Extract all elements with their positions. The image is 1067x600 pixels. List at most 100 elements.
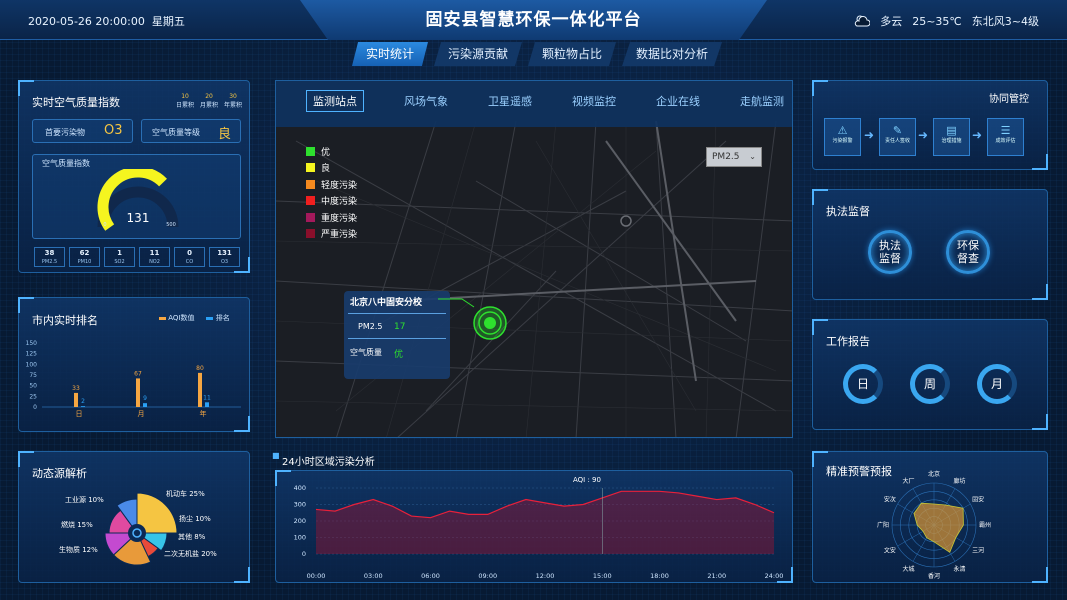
period-month-label: 月累积 xyxy=(200,102,219,109)
period-month[interactable]: 20 月累积 xyxy=(200,93,218,109)
alarm-icon: ⚠ xyxy=(837,124,848,137)
rank-bar xyxy=(136,378,140,407)
ranking-legend: AQI数值 排名 xyxy=(159,313,230,323)
source-panel: 动态源解析 工业源 10% 燃烧 15% 生物质 12% 机动车 25% 扬尘 … xyxy=(18,451,250,583)
map-tab-satellite[interactable]: 卫星遥感 xyxy=(488,93,532,112)
map-panel[interactable]: 监测站点 风场气象 卫星遥感 视频监控 企业在线 走航监测 PM2.5 ⌄ 优 … xyxy=(275,80,793,438)
flow-step-evaluate[interactable]: ☰ 成效评估 xyxy=(987,118,1024,156)
ranking-panel-title: 市内实时排名 xyxy=(32,314,98,327)
popup-pm-value: 17 xyxy=(394,322,406,332)
gauge-min: 0 xyxy=(103,222,106,228)
pollutant-o3-name: O3 xyxy=(220,259,229,265)
rank-category-label: 日 xyxy=(76,410,83,418)
aqi-level-value: 良 xyxy=(218,127,232,142)
period-year[interactable]: 30 年累积 xyxy=(224,93,242,109)
radar-label: 大城 xyxy=(902,565,914,573)
rank-bar xyxy=(143,403,147,407)
temperature: 25~35℃ xyxy=(912,14,962,28)
radar-label: 三河 xyxy=(972,547,984,555)
legend-good: 良 xyxy=(306,160,357,177)
pollutant-pm25-name: PM2.5 xyxy=(41,259,58,265)
inspection-button[interactable]: 环保督查 xyxy=(946,230,990,274)
rank-bar xyxy=(74,392,78,407)
aqi-level-box: 空气质量等级 良 xyxy=(141,119,241,143)
arrow-right-icon: ➜ xyxy=(972,128,983,142)
pollutant-no2: 11 NO2 xyxy=(139,247,170,267)
pollutant-pm10-name: PM10 xyxy=(77,259,92,265)
aqi-panel: 实时空气质量指数 10 日累积 20 月累积 30 年累积 首要污染物 O3 空气质量… xyxy=(18,80,250,273)
warning-panel: 精准预警预报 北京 廊坊 固安 霸州 三河 永清 香河 大城 文安 广阳 安次 大厂 xyxy=(812,451,1048,583)
radar-label: 北京 xyxy=(928,470,940,478)
trend-xtick: 09:00 xyxy=(478,572,497,580)
weather-info: 多云 25~35℃ 东北风3~4级 xyxy=(854,13,1039,29)
flow-step-alarm[interactable]: ⚠ 污染报警 xyxy=(824,118,861,156)
rank-bar-label: 9 xyxy=(143,395,147,402)
legend-light-swatch xyxy=(306,179,315,189)
legend-light-label: 轻度污染 xyxy=(321,180,358,191)
pollutant-co-value: 0 xyxy=(187,249,192,257)
report-icon: ☰ xyxy=(1000,124,1011,137)
radar-label: 香河 xyxy=(928,572,940,580)
pollutant-pm10-value: 62 xyxy=(79,249,90,257)
legend-moderate-label: 中度污染 xyxy=(321,197,358,208)
tab-pollution-source[interactable]: 污染源贡献 xyxy=(434,42,523,66)
rank-ytick: 150 xyxy=(26,340,38,347)
flow-step-sign[interactable]: ✎ 责任人签收 xyxy=(879,118,916,156)
tab-particulate[interactable]: 颗粒物占比 xyxy=(528,42,617,66)
period-stats: 10 日累积 20 月累积 30 年累积 xyxy=(176,93,242,109)
rank-bar-label: 80 xyxy=(196,365,204,372)
trend-xtick: 06:00 xyxy=(421,572,440,580)
radar-label: 文安 xyxy=(884,547,896,555)
radar-label: 廊坊 xyxy=(953,477,965,485)
report-title: 工作报告 xyxy=(826,335,870,348)
wind: 东北风3~4级 xyxy=(971,15,1039,28)
radar-label: 永清 xyxy=(953,565,965,573)
map-tab-video[interactable]: 视频监控 xyxy=(572,93,616,112)
map-tab-mobile[interactable]: 走航监测 xyxy=(740,93,784,112)
period-day[interactable]: 10 日累积 xyxy=(176,93,194,109)
map-tab-enterprise[interactable]: 企业在线 xyxy=(656,93,700,112)
weekly-report-button[interactable]: 周 xyxy=(910,364,950,404)
sign-icon: ✎ xyxy=(892,124,903,137)
pollutant-select[interactable]: PM2.5 ⌄ xyxy=(706,147,762,167)
ranking-chart: 0 25 50 75 100 125 150 332 日 67 9 月 80 11 年 xyxy=(26,340,241,418)
legend-aqi[interactable]: AQI数值 xyxy=(159,313,194,323)
flow-step-measures[interactable]: ▤ 治理措施 xyxy=(933,118,970,156)
pie-label-industry: 工业源 10% xyxy=(65,496,104,504)
rank-category-label: 月 xyxy=(138,410,145,418)
popup-aq-value: 优 xyxy=(394,350,404,360)
popup-divider-2 xyxy=(348,338,446,339)
flow-step-alarm-label: 污染报警 xyxy=(832,138,853,144)
source-pie-chart xyxy=(104,492,178,566)
pollutant-pm10: 62 PM10 xyxy=(69,247,100,267)
legend-moderate: 中度污染 xyxy=(306,193,357,210)
legend-good-swatch xyxy=(306,163,315,173)
pie-label-secondary: 二次无机盐 20% xyxy=(164,550,217,558)
pollutant-select-value: PM2.5 xyxy=(712,152,740,162)
aqi-panel-title: 实时空气质量指数 xyxy=(32,96,120,109)
rank-bar xyxy=(81,406,85,407)
tab-data-compare[interactable]: 数据比对分析 xyxy=(622,42,723,66)
enforcement-button[interactable]: 执法监督 xyxy=(868,230,912,274)
rank-category-label: 年 xyxy=(200,409,207,418)
page-title: 固安县智慧环保一体化平台 xyxy=(425,10,642,30)
station-marker[interactable] xyxy=(472,305,508,341)
trend-xtick: 21:00 xyxy=(707,572,726,580)
tab-realtime[interactable]: 实时统计 xyxy=(352,42,429,66)
map-tab-wind[interactable]: 风场气象 xyxy=(404,93,448,112)
map-tab-stations[interactable]: 监测站点 xyxy=(306,90,364,112)
period-day-label: 日累积 xyxy=(176,102,195,109)
trend-ytick: 300 xyxy=(294,501,306,509)
station-name: 北京八中固安分校 xyxy=(350,298,423,308)
period-month-num: 20 xyxy=(205,93,213,100)
rank-bar-label: 67 xyxy=(134,370,142,377)
trend-tooltip: AQI : 90 xyxy=(573,476,601,484)
monthly-report-button[interactable]: 月 xyxy=(977,364,1017,404)
datetime: 2020-05-26 20:00:00 星期五 xyxy=(28,13,185,29)
legend-rank[interactable]: 排名 xyxy=(206,313,230,323)
rank-bar xyxy=(198,372,202,407)
rank-ytick: 100 xyxy=(26,361,38,368)
legend-excellent: 优 xyxy=(306,143,357,160)
daily-report-button[interactable]: 日 xyxy=(843,364,883,404)
gauge-value: 131 xyxy=(127,211,150,225)
